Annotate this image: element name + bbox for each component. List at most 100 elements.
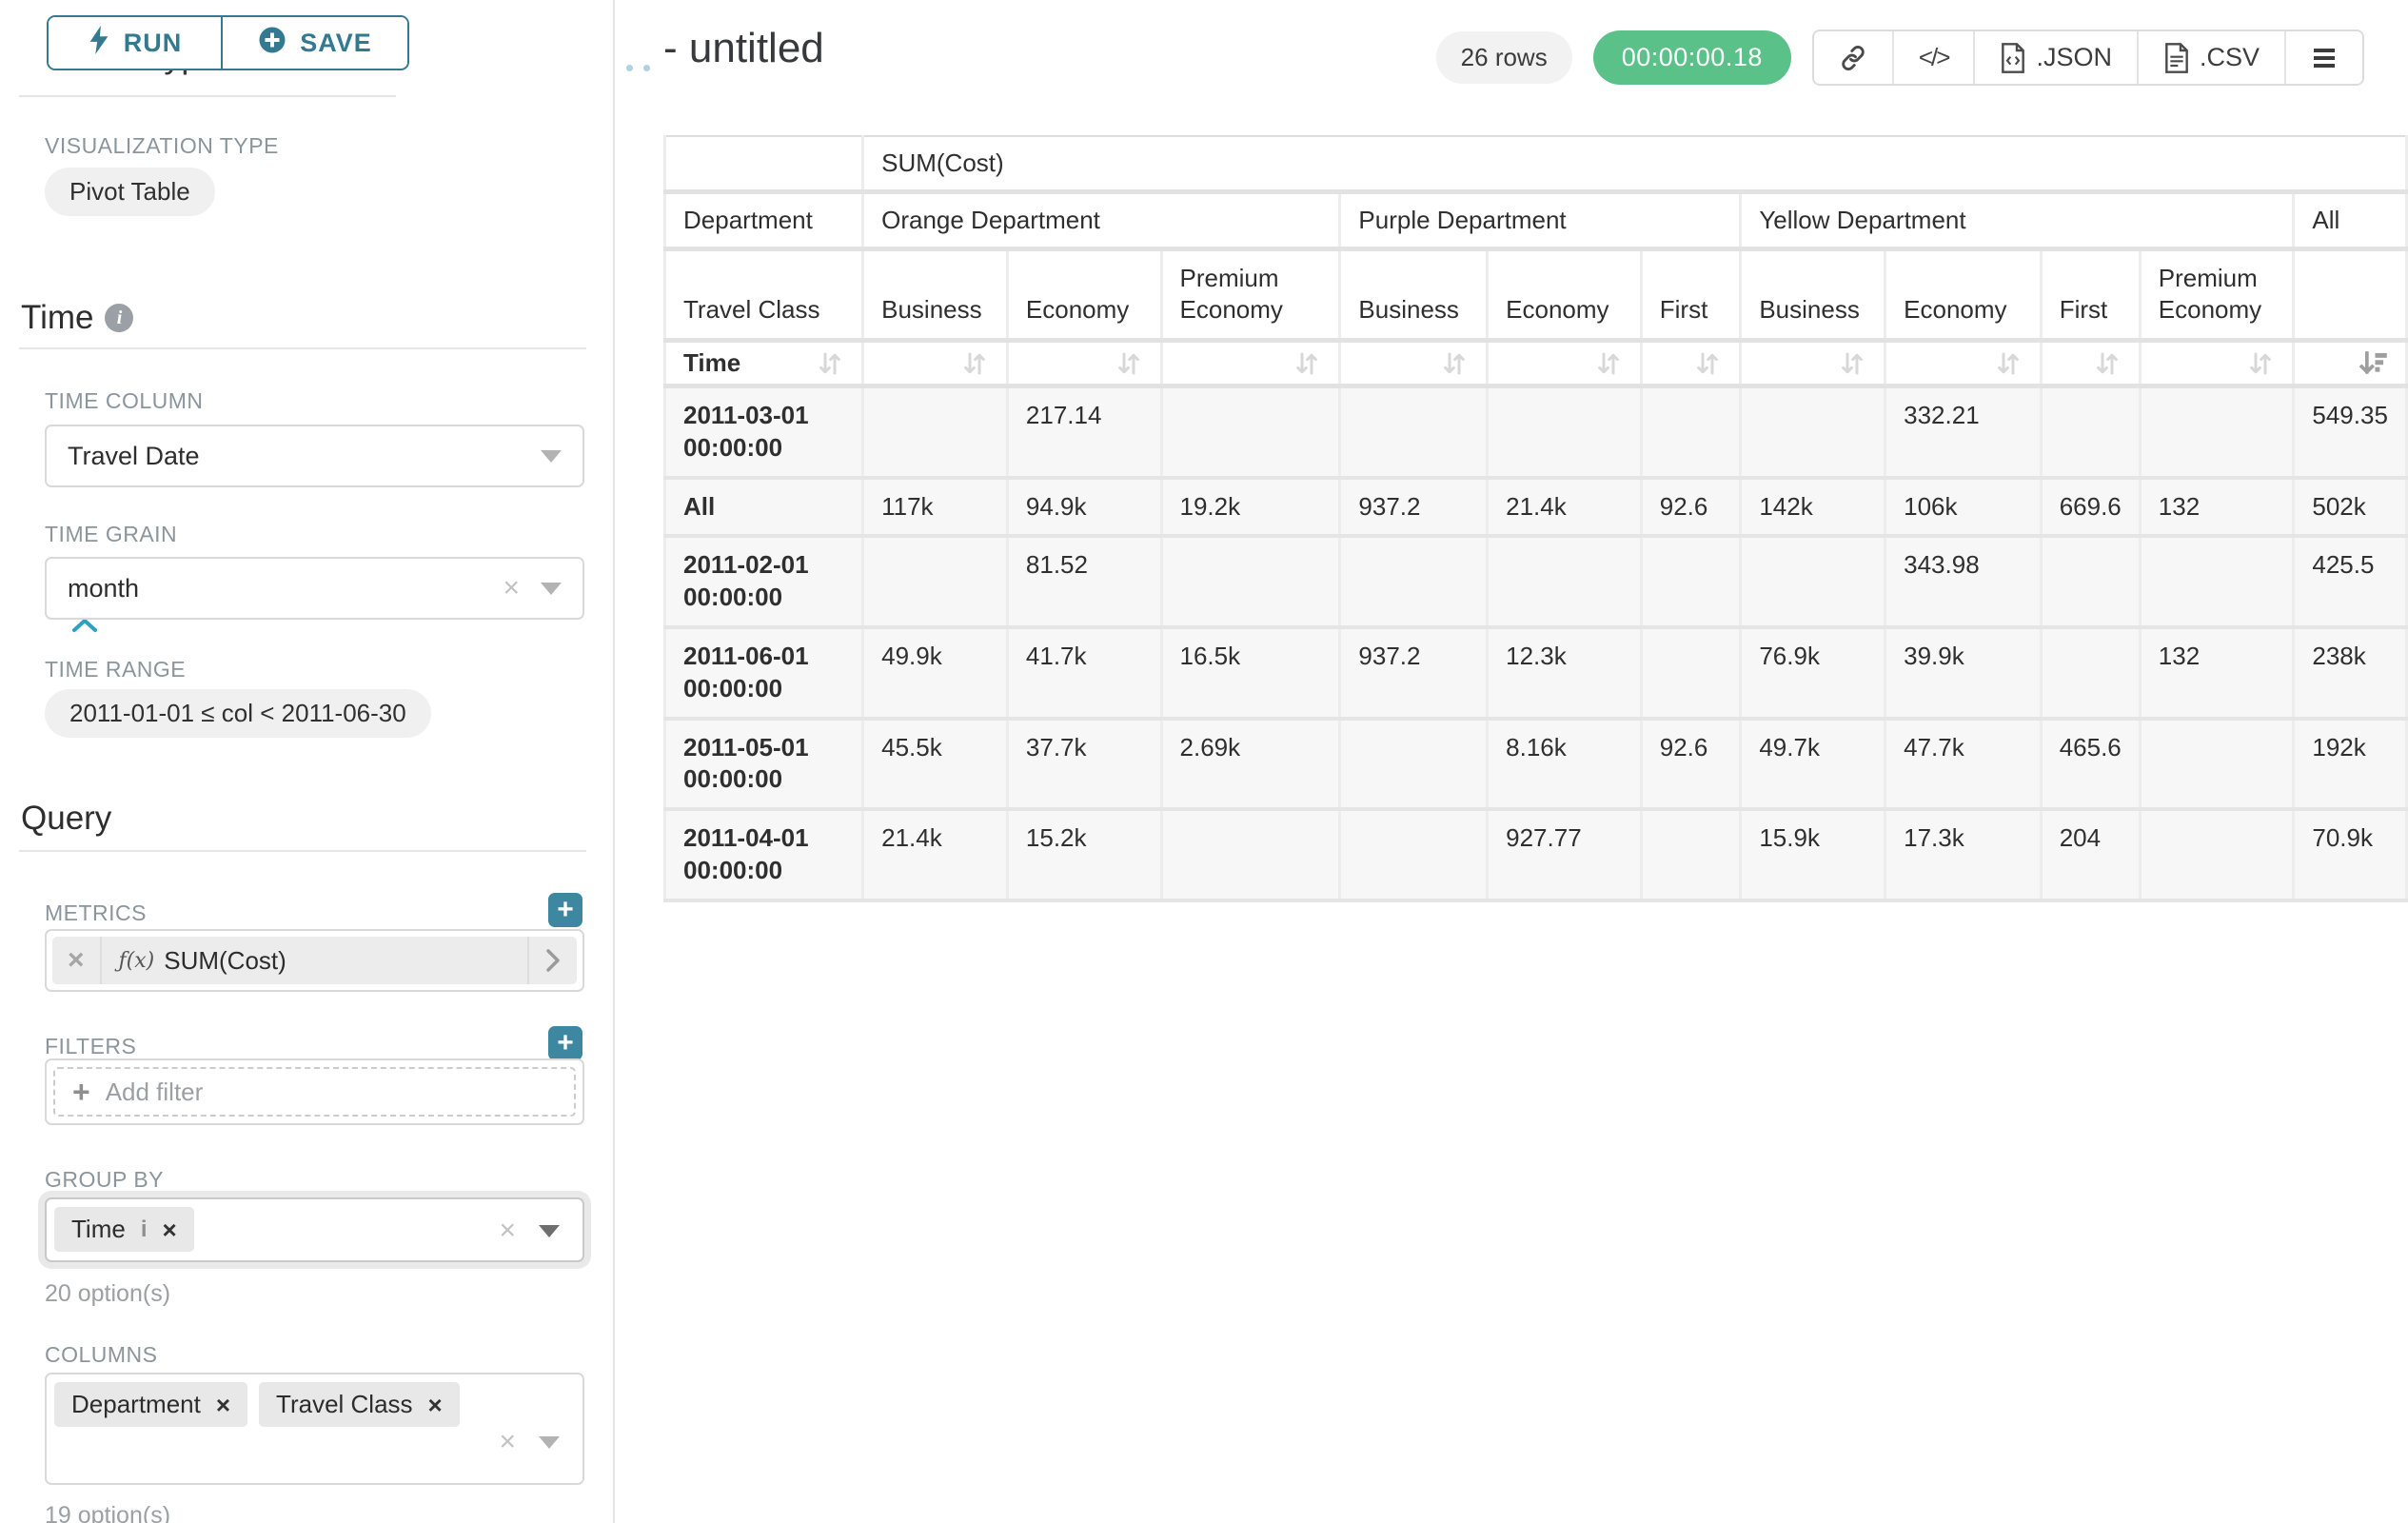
add-metric-button[interactable]: + <box>548 893 582 927</box>
panel-resize-handle[interactable] <box>626 65 650 71</box>
table-row: 2011-04-01 00:00:0021.4k15.2k927.7715.9k… <box>665 809 2407 900</box>
chevron-down-icon[interactable] <box>541 583 562 595</box>
column-sort-cell[interactable] <box>1488 341 1642 386</box>
column-sort-cell[interactable] <box>1741 341 1885 386</box>
metric-pill[interactable]: × ƒ(x) SUM(Cost) <box>52 937 577 984</box>
remove-chip-icon[interactable]: × <box>162 1217 176 1242</box>
column-sort-cell[interactable] <box>2294 341 2407 386</box>
group-by-select[interactable]: Timei × × <box>45 1197 584 1262</box>
value-cell: 94.9k <box>1007 478 1161 537</box>
table-row: All117k94.9k19.2k937.221.4k92.6142k106k6… <box>665 478 2407 537</box>
more-options-menu-button[interactable] <box>2286 31 2362 84</box>
chart-title[interactable]: - untitled <box>663 25 824 72</box>
column-sort-cell[interactable] <box>2140 341 2294 386</box>
run-save-button-group: RUN SAVE <box>47 15 409 70</box>
chart-header-actions: 26 rows 00:00:00.18 </> .JSON .CSV <box>1436 30 2364 86</box>
sort-icon[interactable] <box>1838 349 1866 378</box>
column-sort-cell[interactable] <box>1007 341 1161 386</box>
travel-class-cell: First <box>1641 249 1741 341</box>
sort-icon[interactable] <box>1115 349 1143 378</box>
chevron-right-icon[interactable] <box>527 937 577 984</box>
json-file-icon <box>2000 43 2026 73</box>
sort-icon[interactable] <box>1994 349 2023 378</box>
table-row: 2011-06-01 00:00:0049.9k41.7k16.5k937.21… <box>665 627 2407 719</box>
sort-icon[interactable] <box>1693 349 1722 378</box>
chevron-down-icon[interactable] <box>539 1436 560 1449</box>
value-cell: 21.4k <box>863 809 1008 900</box>
columns-chip[interactable]: Department× <box>54 1382 247 1427</box>
value-cell: 15.9k <box>1741 809 1885 900</box>
value-cell: 39.9k <box>1885 627 2042 719</box>
value-cell: 502k <box>2294 478 2407 537</box>
remove-chip-icon[interactable]: × <box>216 1393 230 1417</box>
plus-circle-icon <box>258 26 286 61</box>
code-icon: </> <box>1919 43 1949 72</box>
remove-metric-icon[interactable]: × <box>52 937 102 984</box>
value-cell: 15.2k <box>1007 809 1161 900</box>
save-button-label: SAVE <box>300 29 372 58</box>
hamburger-menu-icon <box>2311 47 2338 69</box>
value-cell: 70.9k <box>2294 809 2407 900</box>
sort-icon[interactable] <box>2093 349 2122 378</box>
remove-chip-icon[interactable]: × <box>428 1393 443 1417</box>
sort-icon[interactable] <box>1594 349 1623 378</box>
copy-link-button[interactable] <box>1814 31 1894 84</box>
travel-class-cell: First <box>2041 249 2140 341</box>
save-button[interactable]: SAVE <box>223 17 407 69</box>
columns-chip[interactable]: Travel Class× <box>259 1382 460 1427</box>
value-cell <box>2140 809 2294 900</box>
export-json-button[interactable]: .JSON <box>1975 31 2139 84</box>
metrics-container: × ƒ(x) SUM(Cost) <box>45 929 584 992</box>
sort-descending-icon[interactable] <box>2358 349 2388 378</box>
run-button[interactable]: RUN <box>49 17 223 69</box>
value-cell: 332.21 <box>1885 386 2042 478</box>
value-cell: 192k <box>2294 719 2407 810</box>
add-filter-button[interactable]: + Add filter <box>53 1067 576 1117</box>
sort-icon[interactable] <box>2246 349 2275 378</box>
table-row: Time <box>665 341 2407 386</box>
section-divider <box>19 95 396 97</box>
add-filter-plus-button[interactable]: + <box>548 1026 582 1060</box>
column-sort-cell[interactable] <box>1161 341 1340 386</box>
table-row: Travel ClassBusinessEconomyPremium Econo… <box>665 249 2407 341</box>
info-icon[interactable]: i <box>105 304 133 332</box>
section-divider <box>19 850 586 852</box>
chevron-down-icon[interactable] <box>541 450 562 463</box>
sort-icon[interactable] <box>1440 349 1469 378</box>
column-sort-cell[interactable] <box>1641 341 1741 386</box>
embed-code-button[interactable]: </> <box>1894 31 1976 84</box>
column-sort-cell[interactable] <box>1340 341 1488 386</box>
sort-icon[interactable] <box>1293 349 1321 378</box>
value-cell: 49.7k <box>1741 719 1885 810</box>
time-column-select[interactable]: Travel Date <box>45 425 584 487</box>
group-by-chip[interactable]: Timei × <box>54 1207 194 1252</box>
value-cell: 937.2 <box>1340 627 1488 719</box>
value-cell <box>863 386 1008 478</box>
value-cell: 142k <box>1741 478 1885 537</box>
time-grain-select[interactable]: month × <box>45 557 584 620</box>
column-sort-cell[interactable] <box>1885 341 2042 386</box>
query-timer-badge: 00:00:00.18 <box>1593 30 1791 85</box>
chip-label: Time <box>71 1215 126 1244</box>
value-cell <box>2041 536 2140 627</box>
clear-icon[interactable]: × <box>499 1428 516 1456</box>
run-button-label: RUN <box>124 29 183 58</box>
column-sort-cell[interactable] <box>863 341 1008 386</box>
chevron-down-icon[interactable] <box>539 1225 560 1237</box>
department-group-cell: Yellow Department <box>1741 192 2294 249</box>
sort-icon[interactable] <box>816 349 844 378</box>
chart-panel: - untitled 26 rows 00:00:00.18 </> .JSON… <box>617 0 2408 1523</box>
sort-icon[interactable] <box>960 349 989 378</box>
export-csv-button[interactable]: .CSV <box>2139 31 2286 84</box>
value-cell: 2.69k <box>1161 719 1340 810</box>
column-sort-cell[interactable] <box>2041 341 2140 386</box>
time-grain-value: month <box>68 574 139 603</box>
clear-icon[interactable]: × <box>503 574 520 603</box>
visualization-type-chip[interactable]: Pivot Table <box>45 168 215 216</box>
time-sort-cell[interactable]: Time <box>665 341 863 386</box>
time-range-chip[interactable]: 2011-01-01 ≤ col < 2011-06-30 <box>45 689 431 738</box>
visualization-type-label: VISUALIZATION TYPE <box>45 133 279 159</box>
columns-select[interactable]: Department× Travel Class× × <box>45 1373 584 1485</box>
clear-icon[interactable]: × <box>499 1216 516 1245</box>
info-icon[interactable]: i <box>141 1216 148 1243</box>
